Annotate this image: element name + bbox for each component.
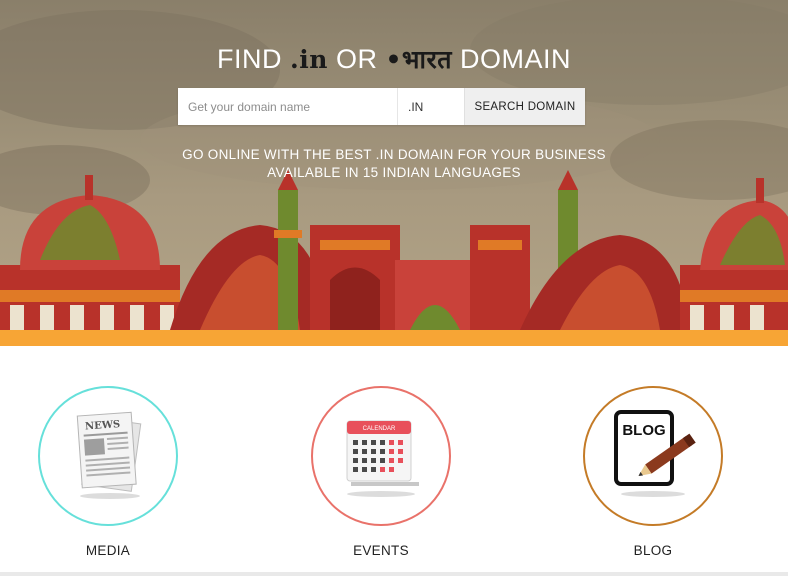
indian-monuments-skyline (0, 170, 788, 330)
hero-tagline: GO ONLINE WITH THE BEST .IN DOMAIN FOR Y… (0, 146, 788, 182)
tagline-line-1: GO ONLINE WITH THE BEST .IN DOMAIN FOR Y… (182, 147, 606, 162)
feature-events[interactable]: CALENDAR EVENTS (301, 386, 461, 558)
media-circle[interactable]: NEWS (38, 386, 178, 526)
features-section: NEWS MEDIA CALENDAR EVENTS BLOG BLOG (0, 346, 788, 572)
headline-domain: DOMAIN (459, 44, 571, 74)
tld-selected-value: .IN (408, 99, 424, 114)
events-circle[interactable]: CALENDAR (311, 386, 451, 526)
feature-media-label: MEDIA (85, 543, 131, 558)
hero-headline: FIND .in OR •भारत DOMAIN (0, 42, 788, 76)
feature-media[interactable]: NEWS MEDIA (28, 386, 188, 558)
calendar-header-text: CALENDAR (363, 426, 396, 432)
feature-blog[interactable]: BLOG BLOG (573, 386, 733, 558)
search-domain-button[interactable]: SEARCH DOMAIN (464, 88, 585, 125)
feature-events-label: EVENTS (353, 543, 409, 558)
tld-select[interactable]: .IN (398, 88, 464, 125)
feature-blog-label: BLOG (633, 543, 673, 558)
newspaper-icon: NEWS (76, 411, 142, 499)
calendar-icon: CALENDAR (346, 420, 419, 497)
accent-band (0, 330, 788, 346)
headline-brand-in: .in (290, 45, 328, 74)
headline-brand-bharat: •भारत (385, 45, 452, 74)
headline-find: FIND (217, 44, 283, 74)
bottom-divider (0, 572, 788, 576)
blog-pencil-icon: BLOG (614, 410, 696, 497)
domain-search-input[interactable] (178, 88, 398, 125)
domain-search-bar: .IN SEARCH DOMAIN (178, 88, 585, 125)
blog-badge-text: BLOG (622, 422, 665, 439)
headline-or: OR (335, 44, 378, 74)
tagline-line-2: AVAILABLE IN 15 INDIAN LANGUAGES (267, 165, 521, 180)
blog-circle[interactable]: BLOG (583, 386, 723, 526)
hero-banner: FIND .in OR •भारत DOMAIN .IN SEARCH DOMA… (0, 0, 788, 330)
